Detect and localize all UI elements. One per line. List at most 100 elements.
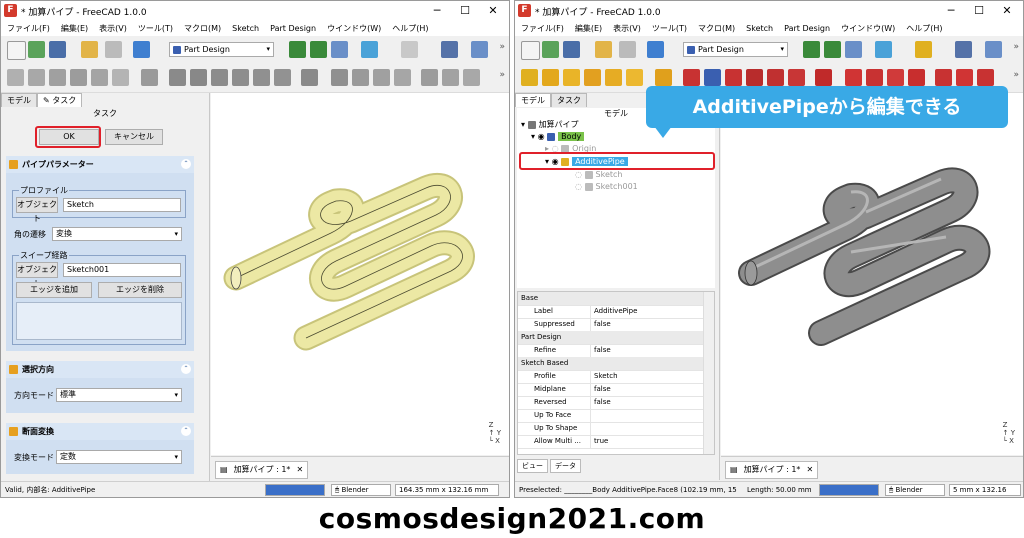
macro-icon[interactable] xyxy=(401,41,418,58)
menu-view[interactable]: 表示(V) xyxy=(613,21,641,36)
loft-icon[interactable] xyxy=(70,69,87,86)
linear-pattern-icon[interactable] xyxy=(442,69,459,86)
menu-window[interactable]: ウインドウ(W) xyxy=(841,21,895,36)
macro-icon[interactable] xyxy=(915,41,932,58)
maximize-button[interactable]: ☐ xyxy=(965,2,993,20)
property-row[interactable]: Refine false xyxy=(518,344,704,358)
subtractive-pipe-icon[interactable] xyxy=(253,69,270,86)
mirror-icon[interactable] xyxy=(421,69,438,86)
minimize-button[interactable]: ─ xyxy=(937,2,965,20)
minimize-button[interactable]: ─ xyxy=(423,2,451,20)
thickness-icon[interactable] xyxy=(394,69,411,86)
property-value[interactable]: Sketch xyxy=(590,370,618,383)
menu-window[interactable]: ウインドウ(W) xyxy=(327,21,381,36)
toolbar-overflow-icon[interactable]: » xyxy=(499,70,505,80)
measure-icon[interactable] xyxy=(875,41,892,58)
tab-task[interactable]: ✎ タスク xyxy=(37,93,83,107)
section-transform-header[interactable]: 断面変換 ⌃ xyxy=(6,423,194,440)
profile-field[interactable]: Sketch xyxy=(63,198,181,212)
transform-mode-select[interactable]: 定数 ▾ xyxy=(56,450,182,464)
primitive-icon[interactable] xyxy=(141,69,158,86)
property-value[interactable]: false xyxy=(590,396,611,409)
add-edge-button[interactable]: エッジを追加 xyxy=(16,282,92,298)
fillet-icon[interactable] xyxy=(331,69,348,86)
collapse-icon[interactable]: ⌃ xyxy=(181,426,191,436)
measure-icon[interactable] xyxy=(361,41,378,58)
new-file-icon[interactable] xyxy=(7,41,26,60)
part-icon[interactable] xyxy=(471,41,488,58)
primitive-icon[interactable] xyxy=(655,69,672,86)
menu-part-design[interactable]: Part Design xyxy=(270,21,316,36)
helix-icon[interactable] xyxy=(626,69,643,86)
color-swatch-select[interactable] xyxy=(819,484,879,496)
toolbar-overflow-icon[interactable]: » xyxy=(1013,42,1019,52)
body-icon[interactable] xyxy=(7,69,24,86)
property-scrollbar[interactable] xyxy=(703,292,714,454)
menu-file[interactable]: ファイル(F) xyxy=(521,21,564,36)
menu-sketch[interactable]: Sketch xyxy=(232,21,259,36)
property-row[interactable]: Suppressed false xyxy=(518,318,704,332)
menu-help[interactable]: ヘルプ(H) xyxy=(906,21,942,36)
3d-view[interactable]: Z ↑ Y └ X xyxy=(211,93,509,455)
sweep-object-button[interactable]: オブジェクト xyxy=(16,262,58,288)
navigation-style-select[interactable]: 🖱 Blender xyxy=(885,484,945,496)
collapse-arrow-icon[interactable]: ▾ xyxy=(521,120,528,129)
subtractive-primitive-icon[interactable] xyxy=(815,69,832,86)
menu-tools[interactable]: ツール(T) xyxy=(652,21,687,36)
close-tab-icon[interactable]: ✕ xyxy=(806,462,813,478)
groove-icon[interactable] xyxy=(725,69,742,86)
zoom-fit-icon[interactable] xyxy=(803,41,820,58)
draft-icon[interactable] xyxy=(373,69,390,86)
refresh-icon[interactable] xyxy=(647,41,664,58)
corner-transition-select[interactable]: 変換 ▾ xyxy=(52,227,182,241)
workbench-select[interactable]: Part Design ▾ xyxy=(683,42,788,57)
navigation-style-select[interactable]: 🖱 Blender xyxy=(331,484,391,496)
property-value[interactable] xyxy=(590,422,594,435)
pad-icon[interactable] xyxy=(28,69,45,86)
profile-object-button[interactable]: オブジェクト xyxy=(16,197,58,223)
color-swatch-select[interactable] xyxy=(265,484,325,496)
loft-icon[interactable] xyxy=(584,69,601,86)
groove-icon[interactable] xyxy=(211,69,228,86)
tab-model[interactable]: モデル xyxy=(1,93,37,107)
helix-icon[interactable] xyxy=(112,69,129,86)
eye-icon[interactable]: ◉ xyxy=(538,132,548,141)
sweep-path-field[interactable]: Sketch001 xyxy=(63,263,181,277)
pipe-icon[interactable] xyxy=(605,69,622,86)
tree-item-sketch[interactable]: ◌ Sketch xyxy=(575,169,622,181)
pipe-params-header[interactable]: パイプパラメーター ⌃ xyxy=(6,156,194,173)
orientation-header[interactable]: 選択方向 ⌃ xyxy=(6,361,194,378)
refresh-icon[interactable] xyxy=(133,41,150,58)
property-row[interactable]: Allow Multi ... true xyxy=(518,435,704,449)
pocket-icon[interactable] xyxy=(169,69,186,86)
cancel-button[interactable]: キャンセル xyxy=(105,129,163,145)
open-file-icon[interactable] xyxy=(28,41,45,58)
subtractive-loft-icon[interactable] xyxy=(746,69,763,86)
collapse-icon[interactable]: ⌃ xyxy=(181,364,191,374)
hole-icon[interactable] xyxy=(704,69,721,86)
eye-hidden-icon[interactable]: ◌ xyxy=(575,170,585,179)
chamfer-icon[interactable] xyxy=(866,69,883,86)
open-file-icon[interactable] xyxy=(542,41,559,58)
property-row[interactable]: Midplane false xyxy=(518,383,704,397)
property-value[interactable]: AdditivePipe xyxy=(590,305,637,318)
3d-view[interactable]: Z ↑ Y └ X xyxy=(721,93,1023,455)
polar-pattern-icon[interactable] xyxy=(977,69,994,86)
close-button[interactable]: ✕ xyxy=(479,2,507,20)
polar-pattern-icon[interactable] xyxy=(463,69,480,86)
tab-view[interactable]: ビュー xyxy=(517,459,548,473)
menu-tools[interactable]: ツール(T) xyxy=(138,21,173,36)
tree-item-body[interactable]: ▾ ◉ Body xyxy=(531,131,585,143)
menu-file[interactable]: ファイル(F) xyxy=(7,21,50,36)
fillet-icon[interactable] xyxy=(845,69,862,86)
whats-this-icon[interactable] xyxy=(441,41,458,58)
zoom-selection-icon[interactable] xyxy=(824,41,841,58)
pocket-icon[interactable] xyxy=(683,69,700,86)
chamfer-icon[interactable] xyxy=(352,69,369,86)
menu-sketch[interactable]: Sketch xyxy=(746,21,773,36)
toolbar-overflow-icon[interactable]: » xyxy=(1013,70,1019,80)
undo-icon[interactable] xyxy=(595,41,612,58)
pad-icon[interactable] xyxy=(542,69,559,86)
view-cube-icon[interactable] xyxy=(331,41,348,58)
zoom-fit-icon[interactable] xyxy=(289,41,306,58)
